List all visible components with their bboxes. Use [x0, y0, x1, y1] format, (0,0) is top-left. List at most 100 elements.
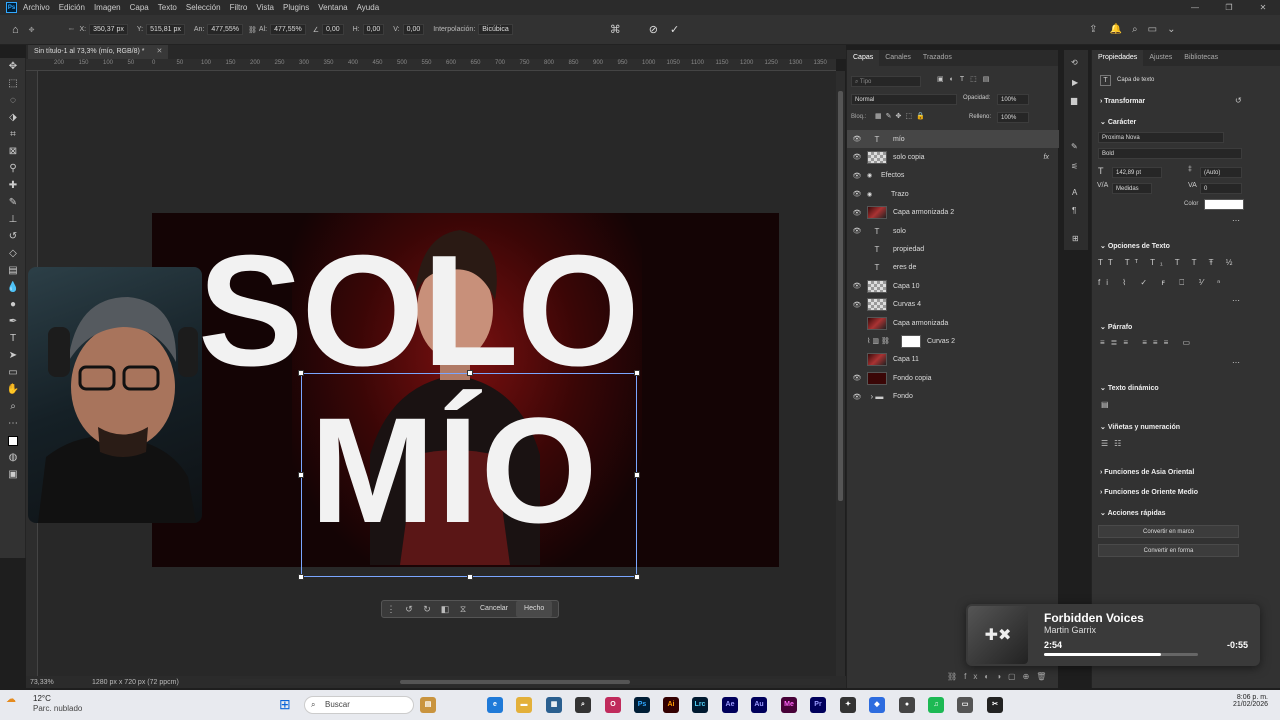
history-icon[interactable]: ⟲ [1071, 58, 1078, 67]
menu-vista[interactable]: Vista [256, 3, 274, 12]
path-select-icon[interactable]: ➤ [0, 347, 26, 364]
layer-row[interactable]: 👁 ◉ Trazo [847, 185, 1059, 203]
lock-icons[interactable]: ▦✎✥⬚🔒 [875, 112, 929, 120]
menu-capa[interactable]: Capa [130, 3, 149, 12]
layer-actions-icons[interactable]: ⛓fx◐◑▢⊕🗑 [947, 672, 1053, 681]
text-style-icons[interactable]: TT Tᵀ T₁ T T Ŧ ½ [1098, 258, 1237, 267]
visibility-eye-icon[interactable]: 👁 [847, 227, 867, 235]
menu-imagen[interactable]: Imagen [94, 3, 121, 12]
tab-capas[interactable]: Capas [847, 50, 880, 66]
windows-start-icon[interactable]: ⊞ [279, 696, 291, 713]
character-section[interactable]: ⌄ Carácter [1100, 118, 1136, 126]
visibility-eye-icon[interactable]: 👁 [847, 374, 867, 382]
reference-point-icon[interactable]: ▫▫ [69, 26, 74, 33]
handle-bottom[interactable] [467, 574, 473, 580]
visibility-eye-icon[interactable]: 👁 [847, 172, 867, 180]
width-field[interactable]: 477,55% [207, 24, 244, 35]
visibility-eye-icon[interactable]: 👁 [847, 153, 867, 161]
cancel-button[interactable]: Cancelar [472, 601, 516, 617]
done-button[interactable]: Hecho [516, 601, 553, 617]
text-options-section[interactable]: ⌄ Opciones de Texto [1100, 242, 1170, 250]
convert-to-frame-button[interactable]: Convertir en marco [1098, 525, 1239, 538]
layer-row[interactable]: 👁 Capa armonizada 2 [847, 204, 1059, 222]
lightroom-icon[interactable]: Lrc [692, 697, 708, 713]
character-panel-icon[interactable]: A [1072, 188, 1077, 197]
alignment-icons[interactable]: ≡≣≡ ≡≡≡ ▭ [1100, 338, 1196, 347]
handle-bottom-right[interactable] [634, 574, 640, 580]
app2-icon[interactable]: ✦ [840, 697, 856, 713]
media-encoder-icon[interactable]: Me [781, 697, 797, 713]
solo-text-layer[interactable]: SOLO [198, 232, 640, 390]
warp-icon[interactable]: ⌘ [610, 23, 621, 36]
layer-row[interactable]: 👁 Fondo copia [847, 369, 1059, 387]
handle-top[interactable] [467, 370, 473, 376]
glyphs-icon[interactable]: ⊞ [1072, 234, 1079, 243]
brush-tool-icon[interactable]: ✎ [0, 194, 26, 211]
libraries-icon[interactable]: ▆ [1071, 96, 1077, 105]
blend-mode-select[interactable]: Normal [851, 94, 957, 105]
search-app-icon[interactable]: ⌕ [575, 697, 591, 713]
handle-top-right[interactable] [634, 370, 640, 376]
east-asian-section[interactable]: › Funciones de Asia Oriental [1100, 469, 1194, 476]
edge-icon[interactable]: e [487, 697, 503, 713]
restore-icon[interactable]: ❐ [1212, 0, 1246, 15]
link-icon[interactable]: ⛓ [248, 26, 257, 34]
obs-icon[interactable]: ● [899, 697, 915, 713]
progress-track[interactable] [1044, 653, 1198, 656]
visibility-eye-icon[interactable]: 👁 [847, 393, 867, 401]
taskbar-search[interactable]: ⌕ Buscar [304, 696, 414, 714]
effect-eye-icon[interactable]: ◉ [867, 191, 891, 198]
more-text-options-icon[interactable]: ⋯ [1232, 296, 1240, 305]
leading-field[interactable]: (Auto) [1200, 167, 1242, 178]
visibility-eye-icon[interactable]: 👁 [847, 190, 867, 198]
marquee-tool-icon[interactable]: ⬚ [0, 75, 26, 92]
zoom-tool-icon[interactable]: ⌕ [0, 398, 26, 415]
transform-section[interactable]: › Transformar [1100, 98, 1145, 105]
font-family-select[interactable]: Proxima Nova [1098, 132, 1224, 143]
object-select-tool-icon[interactable]: ⬗ [0, 109, 26, 126]
kerning-field[interactable]: Medidas [1112, 183, 1152, 194]
quick-actions-section[interactable]: ⌄ Acciones rápidas [1100, 509, 1166, 517]
menu-plugins[interactable]: Plugins [283, 3, 309, 12]
hskew-field[interactable]: 0,00 [362, 24, 385, 35]
flip-horizontal-icon[interactable]: ◧ [436, 604, 454, 615]
brush-settings-icon[interactable]: ✎ [1071, 142, 1078, 151]
paragraph-panel-icon[interactable]: ¶ [1072, 206, 1076, 215]
weather-text[interactable]: Parc. nublado [33, 704, 82, 713]
tab-bibliotecas[interactable]: Bibliotecas [1178, 50, 1224, 66]
font-weight-select[interactable]: Bold [1098, 148, 1242, 159]
document-tab[interactable]: Sin título-1 al 73,3% (mío, RGB/8) * ✕ [28, 45, 169, 59]
tab-ajustes[interactable]: Ajustes [1143, 50, 1178, 66]
visibility-eye-icon[interactable]: 👁 [847, 301, 867, 309]
layer-row[interactable]: Capa 11 [847, 351, 1059, 369]
menu-texto[interactable]: Texto [158, 3, 177, 12]
vertical-scrollbar[interactable] [836, 71, 845, 676]
media-player-overlay[interactable]: ✚✖ Forbidden Voices Martin Garrix 2:54 -… [966, 604, 1260, 666]
layer-row[interactable]: 👁 Capa 10 [847, 277, 1059, 295]
font-size-field[interactable]: 142,89 pt [1112, 167, 1162, 178]
handle-left[interactable] [298, 472, 304, 478]
search-icon[interactable]: ⌕ [1132, 24, 1138, 35]
zoom-level[interactable]: 73,33% [30, 679, 86, 686]
adjustments-icon[interactable]: ⚟ [1071, 162, 1078, 171]
dynamic-text-section[interactable]: ⌄ Texto dinámico [1100, 384, 1159, 392]
history-brush-icon[interactable]: ↺ [0, 228, 26, 245]
bullets-section[interactable]: ⌄ Viñetas y numeración [1100, 423, 1180, 431]
share-icon[interactable]: ⇪ [1089, 24, 1097, 35]
app4-icon[interactable]: ▭ [957, 697, 973, 713]
transform-bounding-box[interactable] [298, 370, 640, 580]
audition-icon[interactable]: Au [751, 697, 767, 713]
app3-icon[interactable]: ◆ [869, 697, 885, 713]
lasso-tool-icon[interactable]: ◌ [0, 92, 26, 109]
discover-icon[interactable]: 🔔 [1110, 24, 1122, 35]
menu-ayuda[interactable]: Ayuda [357, 3, 380, 12]
layer-row[interactable]: Teres de [847, 259, 1059, 277]
photoshop-icon[interactable]: Ps [634, 697, 650, 713]
pen-tool-icon[interactable]: ✒ [0, 313, 26, 330]
fill-field[interactable]: 100% [997, 112, 1029, 123]
eraser-tool-icon[interactable]: ◇ [0, 245, 26, 262]
frame-tool-icon[interactable]: ⊠ [0, 143, 26, 160]
fx-icon[interactable]: fx [1044, 154, 1049, 161]
height-field[interactable]: 477,55% [270, 24, 306, 35]
tab-trazados[interactable]: Trazados [917, 50, 958, 66]
